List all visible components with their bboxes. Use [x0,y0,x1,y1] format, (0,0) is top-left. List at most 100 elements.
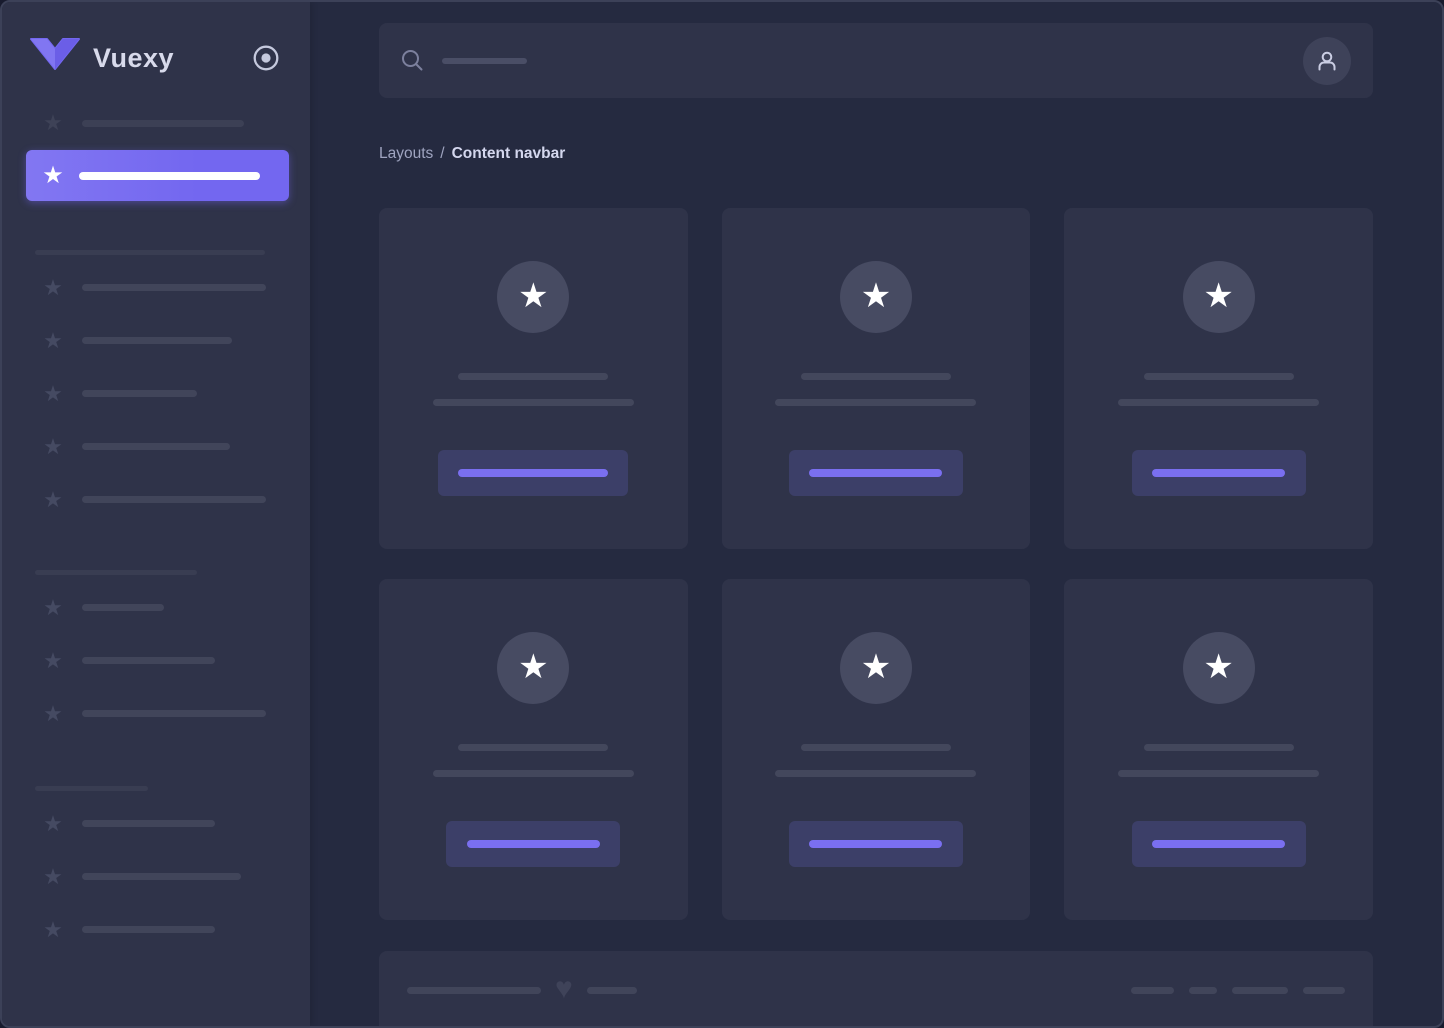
search-placeholder-bar [442,58,527,64]
sidebar-item-active[interactable]: ★ [26,150,289,201]
breadcrumb-current-page: Content navbar [452,145,566,163]
star-icon: ★ [41,277,65,299]
star-icon: ★ [41,919,65,941]
footer-left-group: ♥ [407,974,637,1007]
section-header-skeleton [35,250,265,255]
star-icon: ★ [41,597,65,619]
skeleton-label-bar [82,604,164,611]
star-icon: ★ [41,866,65,888]
app-window: Vuexy ★ ★ ★ ★ [0,0,1444,1028]
button-label-bar [809,469,942,477]
sidebar: Vuexy ★ ★ ★ ★ [2,2,310,1026]
placeholder-card: ★ [379,579,688,920]
placeholder-card: ★ [379,208,688,549]
star-badge: ★ [1183,261,1255,333]
footer-link-skeleton [1232,987,1288,994]
star-icon: ★ [41,383,65,405]
button-label-bar [458,469,608,477]
footer-card: ♥ [379,951,1373,1028]
cards-grid: ★ ★ ★ [379,208,1373,920]
top-navbar [379,23,1373,98]
star-icon: ★ [41,813,65,835]
button-placeholder[interactable] [789,450,963,496]
skeleton-label-bar [82,926,215,933]
star-icon: ★ [1203,279,1233,316]
sidebar-item-skeleton[interactable]: ★ [26,903,289,956]
sidebar-item-skeleton[interactable]: ★ [26,367,289,420]
star-icon: ★ [41,164,65,188]
skeleton-label-bar [79,172,260,180]
footer-text-skeleton [407,987,541,994]
button-placeholder[interactable] [789,821,963,867]
button-placeholder[interactable] [1132,450,1306,496]
button-label-bar [1152,469,1285,477]
text-line-skeleton [801,744,951,751]
footer-text-skeleton [587,987,637,994]
placeholder-card: ★ [722,579,1031,920]
sidebar-item-skeleton[interactable]: ★ [26,97,289,149]
section-header-skeleton [35,570,197,575]
sidebar-item-skeleton[interactable]: ★ [26,420,289,473]
star-icon: ★ [41,489,65,511]
sidebar-item-skeleton[interactable]: ★ [26,581,289,634]
placeholder-card: ★ [722,208,1031,549]
avatar-button[interactable] [1303,37,1351,85]
breadcrumb: Layouts / Content navbar [379,144,1373,164]
sidebar-item-skeleton[interactable]: ★ [26,797,289,850]
person-icon [1314,48,1340,74]
brand-title: Vuexy [93,43,174,74]
skeleton-label-bar [82,120,244,127]
text-line-skeleton [458,373,608,380]
star-icon: ★ [41,330,65,352]
brand[interactable]: Vuexy [30,32,294,84]
star-badge: ★ [840,632,912,704]
button-label-bar [809,840,942,848]
footer-link-skeleton [1303,987,1345,994]
star-badge: ★ [497,261,569,333]
placeholder-card: ★ [1064,579,1373,920]
skeleton-label-bar [82,657,215,664]
star-icon: ★ [41,436,65,458]
text-line-skeleton [775,399,976,406]
sidebar-item-skeleton[interactable]: ★ [26,687,289,740]
star-badge: ★ [1183,632,1255,704]
skeleton-label-bar [82,496,266,503]
text-line-skeleton [433,399,634,406]
sidebar-menu: ★ ★ ★ ★ ★ ★ [26,97,310,956]
sidebar-item-skeleton[interactable]: ★ [26,850,289,903]
star-icon: ★ [1203,650,1233,687]
sidebar-item-skeleton[interactable]: ★ [26,314,289,367]
radio-circle-icon [252,44,280,72]
placeholder-card: ★ [1064,208,1373,549]
text-line-skeleton [1144,744,1294,751]
button-placeholder[interactable] [1132,821,1306,867]
button-placeholder[interactable] [446,821,620,867]
sidebar-item-skeleton[interactable]: ★ [26,261,289,314]
star-icon: ★ [41,650,65,672]
sidebar-item-skeleton[interactable]: ★ [26,634,289,687]
star-badge: ★ [497,632,569,704]
section-header-skeleton [35,786,148,791]
text-line-skeleton [1144,373,1294,380]
star-icon: ★ [861,650,891,687]
skeleton-label-bar [82,873,241,880]
star-icon: ★ [41,703,65,725]
button-label-bar [1152,840,1285,848]
footer-link-skeleton [1131,987,1174,994]
text-line-skeleton [433,770,634,777]
text-line-skeleton [458,744,608,751]
vuexy-logo-icon [30,38,80,78]
text-line-skeleton [801,373,951,380]
search-icon [401,49,424,72]
footer-link-skeleton [1189,987,1217,994]
menu-pin-toggle[interactable] [252,44,280,72]
text-line-skeleton [1118,770,1319,777]
breadcrumb-link-layouts[interactable]: Layouts [379,145,433,163]
sidebar-item-skeleton[interactable]: ★ [26,473,289,526]
star-icon: ★ [861,279,891,316]
button-placeholder[interactable] [438,450,628,496]
main-content: Layouts / Content navbar ★ ★ [310,2,1442,1026]
skeleton-label-bar [82,390,197,397]
star-icon: ★ [41,112,65,134]
search-input[interactable] [401,23,1303,98]
